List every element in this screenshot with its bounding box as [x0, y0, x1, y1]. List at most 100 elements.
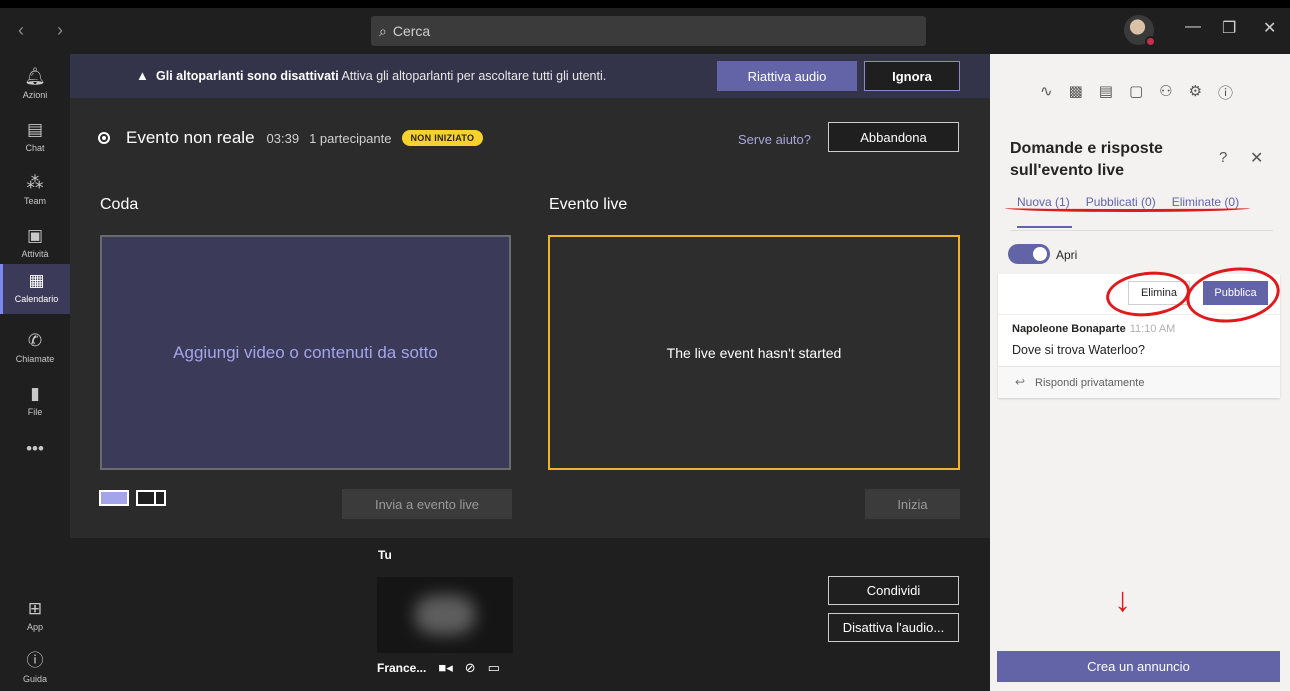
start-button[interactable]: Inizia: [865, 489, 960, 519]
question-author: Napoleone Bonaparte 11:10 AM: [1012, 323, 1175, 335]
main-stage: ▲ Gli altoparlanti sono disattivati Atti…: [70, 54, 990, 691]
rail-label: Team: [23, 196, 46, 206]
help-link[interactable]: Serve aiuto?: [738, 132, 811, 147]
self-video-preview[interactable]: [377, 577, 513, 653]
search-placeholder: Cerca: [392, 23, 431, 39]
event-timer: 03:39: [266, 130, 300, 146]
participant-count: 1 partecipante: [309, 130, 392, 146]
open-toggle-label: Apri: [1056, 248, 1078, 262]
rail-item-app[interactable]: ⊞ App: [0, 592, 70, 642]
help-icon: ⓘ: [26, 651, 44, 670]
qa-panel: ∿ ▩ ▤ ▢ ⚇ ⚙ ⓘ Domande e risposte sull'ev…: [990, 54, 1290, 691]
presence-busy-icon: [1145, 36, 1156, 47]
team-icon: ⁂: [26, 173, 44, 192]
leave-button[interactable]: Abbandona: [828, 122, 959, 152]
share-button[interactable]: Condividi: [828, 576, 959, 605]
bell-icon: 🔔︎: [24, 67, 46, 86]
annotation-arrow-icon: ↓: [1114, 581, 1131, 619]
create-announcement-button[interactable]: Crea un annuncio: [997, 651, 1280, 682]
rail-item-guida[interactable]: ⓘ Guida: [0, 644, 70, 691]
unmute-speakers-button[interactable]: Riattiva audio: [717, 61, 857, 91]
open-toggle[interactable]: [1008, 244, 1050, 264]
live-title: Evento live: [549, 196, 628, 213]
user-name: France...: [377, 661, 427, 675]
live-indicator-icon: [98, 132, 110, 144]
settings-icon[interactable]: ⚙: [1189, 82, 1202, 103]
more-icon: •••: [26, 439, 44, 458]
reply-privately[interactable]: ↩ Rispondi privatamente: [998, 366, 1280, 398]
phone-icon: ✆: [27, 331, 43, 350]
chat-icon[interactable]: ▢: [1129, 82, 1143, 103]
reply-icon: ↩: [1015, 375, 1026, 389]
rail-item-team[interactable]: ⁂ Team: [0, 166, 70, 216]
banner-title: Gli altoparlanti sono disattivati: [156, 69, 339, 83]
close-icon[interactable]: ✕: [1250, 148, 1263, 168]
annotation-underline: [1005, 204, 1250, 212]
health-icon[interactable]: ∿: [1040, 82, 1053, 103]
mic-off-icon[interactable]: ⊘: [465, 660, 476, 676]
live-preview: The live event hasn't started: [548, 235, 960, 470]
live-status: The live event hasn't started: [666, 344, 842, 361]
title-bar: ‹ › ⌕ Cerca — ❐ ✕: [0, 0, 1290, 54]
rail-label: App: [26, 622, 43, 632]
event-header: Evento non reale 03:39 1 partecipante NO…: [98, 128, 484, 148]
author-name: Napoleone Bonaparte: [1012, 323, 1126, 335]
status-badge: NON INIZIATO: [401, 130, 484, 146]
rail-more[interactable]: •••: [0, 432, 70, 482]
apps-icon: ⊞: [27, 599, 43, 618]
rail-item-chat[interactable]: ▤ Chat: [0, 113, 70, 163]
single-layout-icon[interactable]: [99, 490, 129, 506]
search-icon: ⌕: [379, 22, 387, 39]
panel-toolbar: ∿ ▩ ▤ ▢ ⚇ ⚙ ⓘ: [1040, 82, 1233, 103]
panel-title: Domande e risposte sull'evento live: [1010, 140, 1163, 179]
rail-item-file[interactable]: ▮ File: [0, 377, 70, 427]
event-title: Evento non reale: [126, 128, 255, 147]
split-layout-icon[interactable]: [136, 490, 166, 506]
maximize-icon[interactable]: ❐: [1222, 18, 1236, 38]
assignments-icon: ▣: [26, 226, 44, 245]
rail-item-calendario[interactable]: ▦ Calendario: [0, 264, 70, 314]
rail-label: File: [27, 407, 43, 417]
ignore-button[interactable]: Ignora: [864, 61, 960, 91]
rail-label: Chat: [25, 143, 45, 153]
camera-icon[interactable]: ■◂: [438, 660, 452, 676]
user-controls: France... ■◂ ⊘ ▭: [377, 660, 500, 676]
rail-label: Attività: [21, 249, 49, 259]
rail-label: Guida: [22, 674, 48, 684]
reply-label: Rispondi privatamente: [1035, 377, 1145, 389]
calendar-icon: ▦: [28, 271, 45, 290]
queue-title: Coda: [100, 196, 139, 213]
send-to-live-button[interactable]: Invia a evento live: [342, 489, 512, 519]
video-blur: [415, 595, 475, 635]
media-tray: Tu France... ■◂ ⊘ ▭ Condividi Disattiva …: [70, 538, 990, 691]
you-label: Tu: [378, 548, 392, 562]
queue-preview[interactable]: Aggiungi video o contenuti da sotto: [100, 235, 511, 470]
file-icon: ▮: [30, 384, 40, 403]
banner-text: Gli altoparlanti sono disattivati Attiva…: [156, 69, 606, 83]
rail-label: Calendario: [14, 294, 59, 304]
queue-placeholder: Aggiungi video o contenuti da sotto: [173, 342, 438, 362]
minimize-icon[interactable]: —: [1185, 18, 1201, 36]
rail-item-chiamate[interactable]: ✆ Chiamate: [0, 324, 70, 374]
warning-icon: ▲: [136, 68, 149, 83]
question-time: 11:10 AM: [1129, 323, 1176, 335]
rail-label: Azioni: [22, 90, 48, 100]
search-box[interactable]: ⌕ Cerca: [371, 16, 926, 46]
share-screen-icon[interactable]: ▭: [488, 660, 500, 676]
avatar[interactable]: [1124, 15, 1156, 47]
info-icon[interactable]: ⓘ: [1218, 82, 1233, 103]
left-rail: 🔔︎ Azioni ▤ Chat ⁂ Team ▣ Attività ▦ Cal…: [0, 54, 70, 691]
help-icon[interactable]: ?: [1219, 149, 1227, 166]
notes-icon[interactable]: ▤: [1099, 82, 1113, 103]
chat-icon: ▤: [26, 120, 44, 139]
people-icon[interactable]: ⚇: [1159, 82, 1172, 103]
nav-arrows[interactable]: ‹ ›: [18, 20, 77, 41]
close-window-icon[interactable]: ✕: [1263, 18, 1276, 38]
question-text: Dove si trova Waterloo?: [1012, 343, 1145, 357]
qa-icon[interactable]: ▩: [1069, 82, 1083, 103]
speaker-banner: ▲ Gli altoparlanti sono disattivati Atti…: [70, 54, 990, 98]
rail-item-attivita[interactable]: ▣ Attività: [0, 219, 70, 269]
tab-divider: [1010, 230, 1273, 231]
mute-audio-button[interactable]: Disattiva l'audio...: [828, 613, 959, 642]
rail-item-azioni[interactable]: 🔔︎ Azioni: [0, 60, 70, 110]
